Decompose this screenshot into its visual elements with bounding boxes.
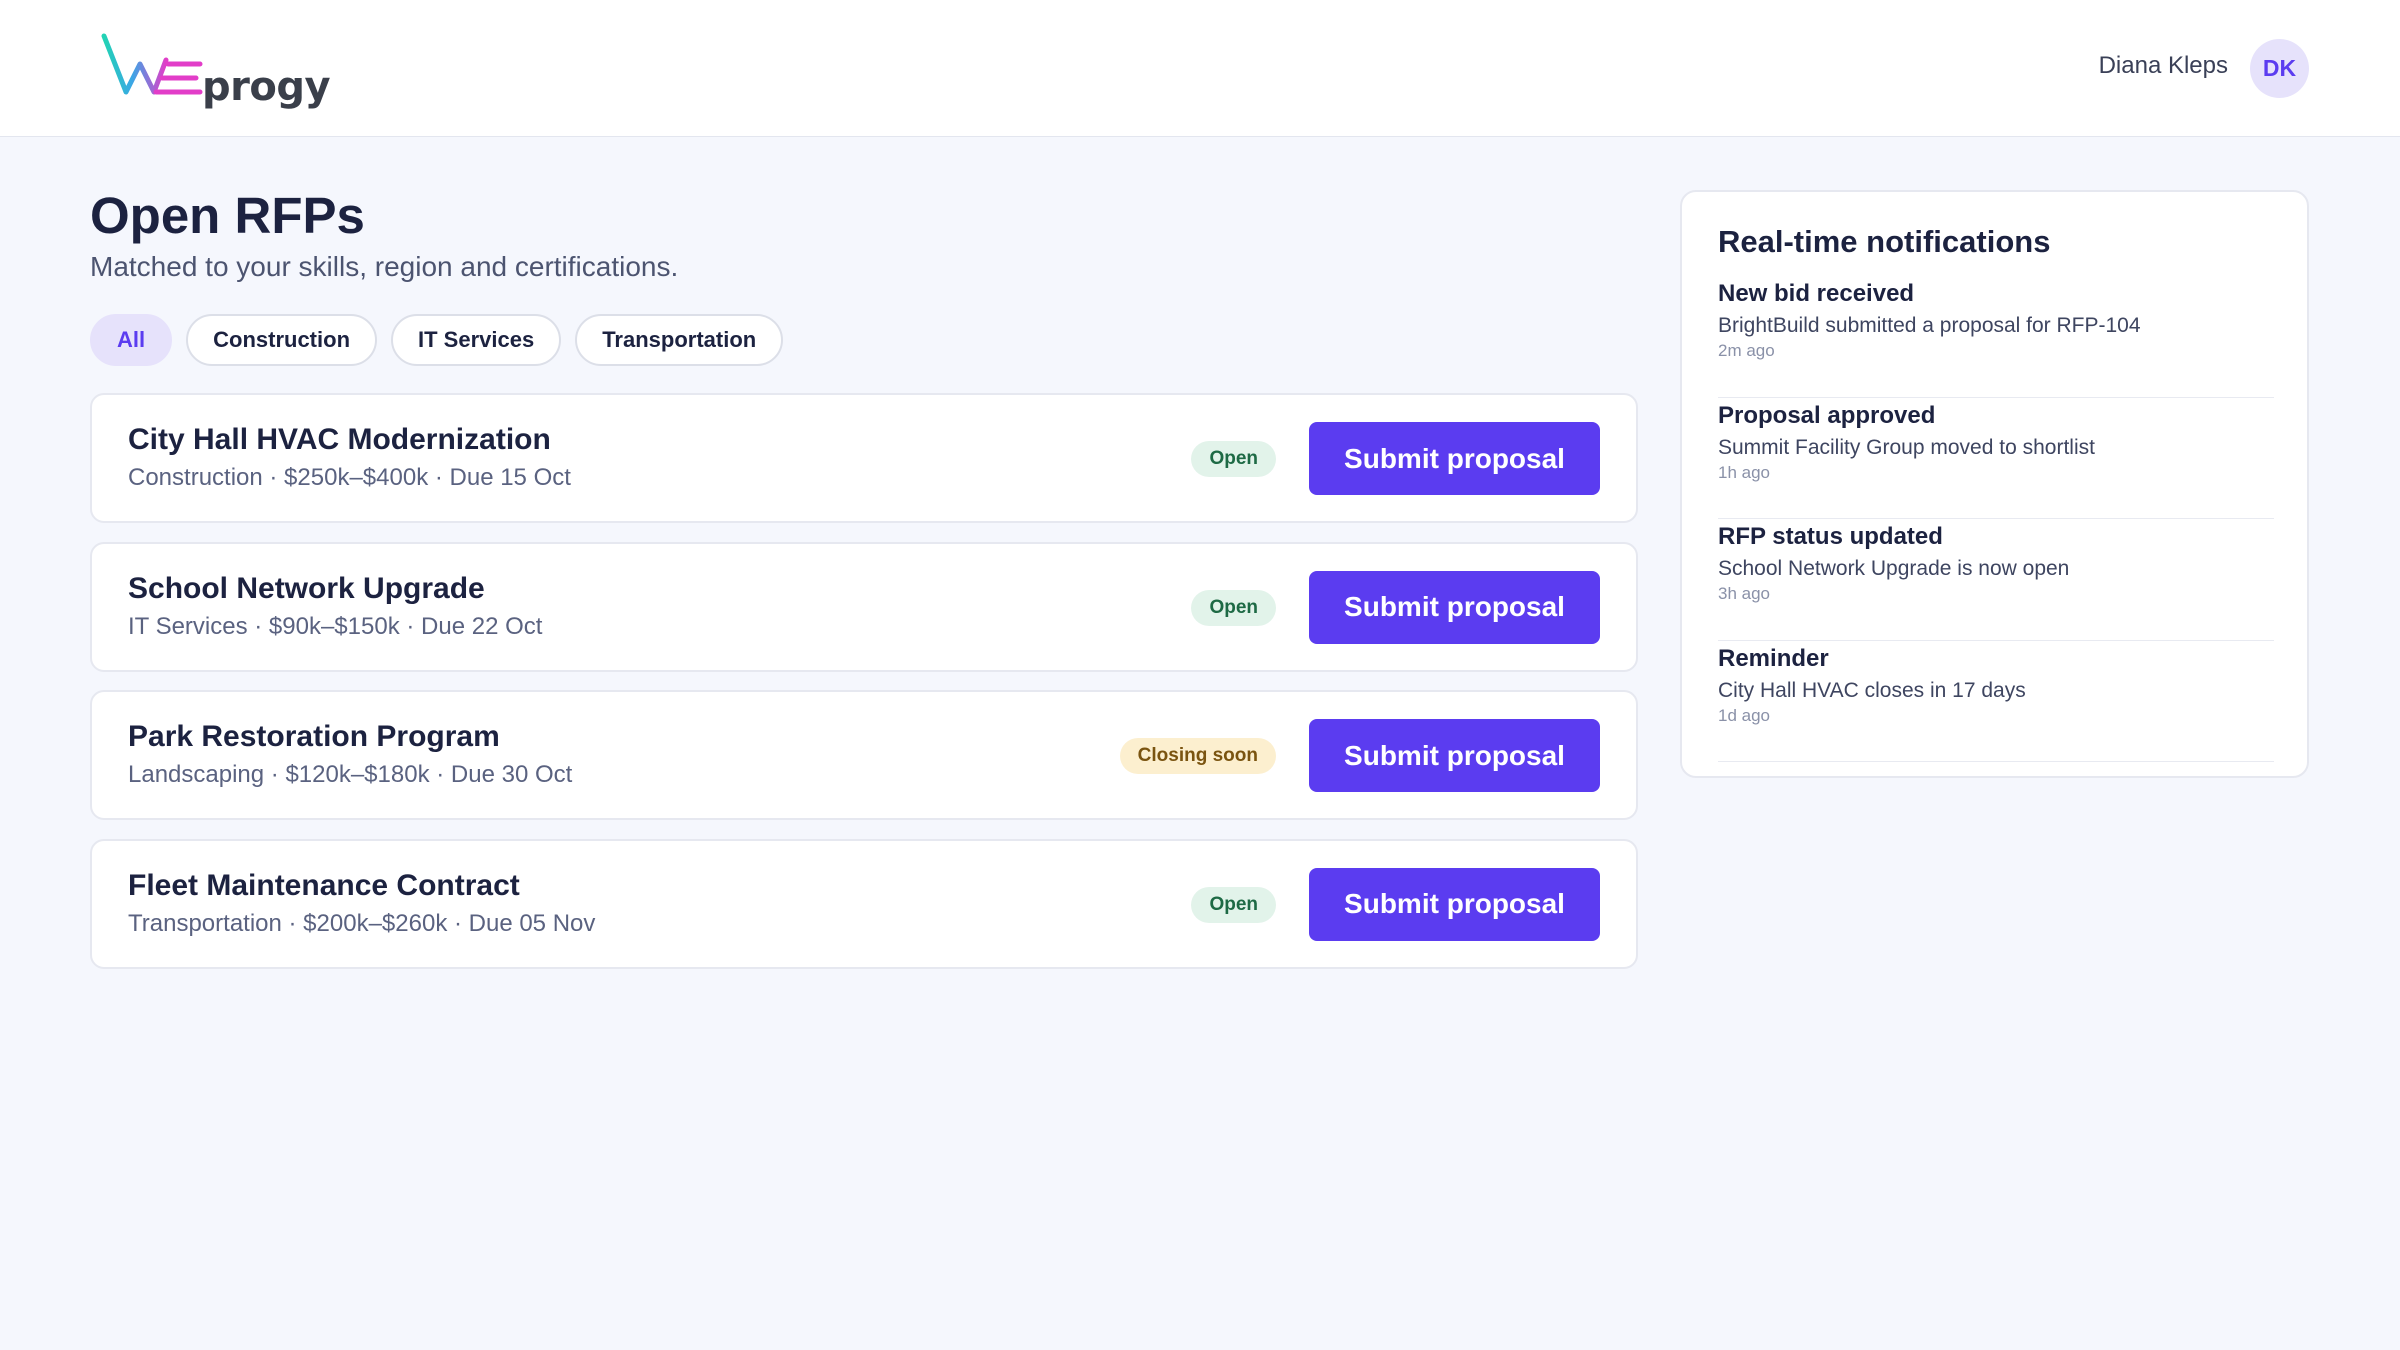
notifications-panel: Real-time notifications New bid received… — [1680, 190, 2309, 778]
rfp-card: Fleet Maintenance Contract Transportatio… — [90, 838, 1638, 969]
rfp-card: Park Restoration Program Landscaping · $… — [90, 690, 1638, 820]
notification-description: Summit Facility Group moved to shortlist — [1718, 435, 2095, 459]
rfp-title[interactable]: Park Restoration Program — [128, 720, 500, 754]
notification-time: 2m ago — [1718, 341, 1775, 360]
rfp-meta: Construction · $250k–$400k · Due 15 Oct — [128, 464, 571, 491]
user-name: Diana Kleps — [2098, 52, 2228, 79]
rfp-card: School Network Upgrade IT Services · $90… — [90, 541, 1638, 672]
notifications-heading: Real-time notifications — [1718, 224, 2051, 259]
weprogy-logo[interactable]: progy — [100, 30, 331, 110]
rfp-list: City Hall HVAC Modernization Constructio… — [90, 393, 1638, 987]
logo-mark-icon — [101, 33, 203, 95]
notification-title: Reminder — [1718, 644, 1829, 672]
filter-chip-all[interactable]: All — [90, 314, 173, 366]
page-title: Open RFPs — [90, 187, 365, 244]
notification-item[interactable]: Proposal approved Summit Facility Group … — [1718, 398, 2274, 519]
status-badge: Open — [1191, 441, 1276, 477]
notification-item[interactable]: Reminder City Hall HVAC closes in 17 day… — [1718, 641, 2274, 762]
top-header: progy Diana Kleps DK — [0, 0, 2400, 137]
rfp-meta: Transportation · $200k–$260k · Due 05 No… — [128, 909, 596, 937]
user-avatar[interactable]: DK — [2250, 39, 2309, 98]
submit-proposal-button[interactable]: Submit proposal — [1309, 422, 1600, 495]
rfp-meta: Landscaping · $120k–$180k · Due 30 Oct — [128, 761, 573, 788]
rfp-title[interactable]: Fleet Maintenance Contract — [128, 869, 520, 903]
notifications-list: New bid received BrightBuild submitted a… — [1718, 276, 2274, 762]
notification-time: 1h ago — [1718, 462, 1770, 482]
notification-description: City Hall HVAC closes in 17 days — [1718, 678, 2026, 702]
filter-chip-it-services[interactable]: IT Services — [391, 314, 562, 366]
filter-chip-construction[interactable]: Construction — [186, 314, 378, 366]
rfp-card: City Hall HVAC Modernization Constructio… — [90, 393, 1638, 523]
status-badge: Open — [1191, 589, 1276, 626]
rfp-meta: IT Services · $90k–$150k · Due 22 Oct — [128, 612, 543, 640]
notification-title: New bid received — [1718, 280, 1915, 307]
notification-time: 3h ago — [1718, 584, 1770, 603]
notification-title: RFP status updated — [1718, 523, 1943, 550]
notification-title: Proposal approved — [1718, 401, 1936, 429]
filter-chip-transportation[interactable]: Transportation — [575, 314, 784, 366]
notification-description: School Network Upgrade is now open — [1718, 557, 2070, 580]
notification-time: 1d ago — [1718, 705, 1770, 725]
notification-description: BrightBuild submitted a proposal for RFP… — [1718, 314, 2141, 337]
submit-proposal-button[interactable]: Submit proposal — [1309, 570, 1600, 644]
submit-proposal-button[interactable]: Submit proposal — [1309, 867, 1600, 941]
submit-proposal-button[interactable]: Submit proposal — [1309, 719, 1600, 792]
rfp-title[interactable]: City Hall HVAC Modernization — [128, 423, 551, 457]
status-badge: Closing soon — [1119, 738, 1276, 774]
logo-wordmark: progy — [202, 64, 331, 110]
rfp-title[interactable]: School Network Upgrade — [128, 572, 485, 606]
category-filters: All Construction IT Services Transportat… — [90, 314, 784, 366]
notification-item[interactable]: RFP status updated School Network Upgrad… — [1718, 519, 2274, 641]
notification-item[interactable]: New bid received BrightBuild submitted a… — [1718, 276, 2274, 398]
status-badge: Open — [1191, 886, 1276, 923]
page-subtitle: Matched to your skills, region and certi… — [90, 251, 679, 282]
